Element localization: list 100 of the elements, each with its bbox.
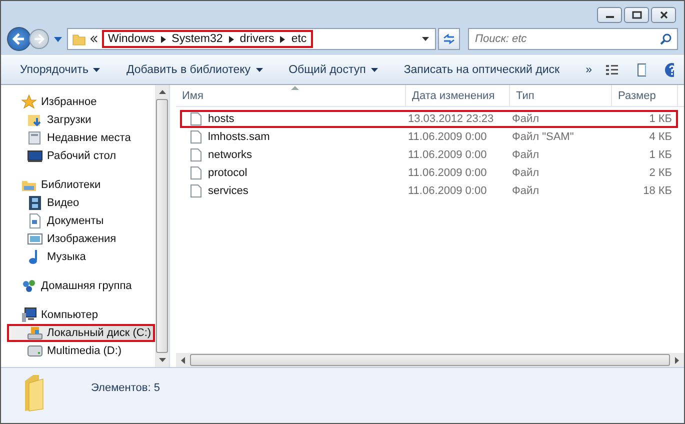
refresh-icon	[442, 33, 456, 45]
caret-icon	[93, 68, 100, 72]
sidebar-item[interactable]: Локальный диск (C:)	[7, 324, 155, 342]
sidebar-item[interactable]: Музыка	[7, 248, 155, 266]
chevron-icon[interactable]	[90, 35, 98, 43]
scroll-down-icon[interactable]	[158, 358, 166, 362]
file-row[interactable]: protocol 11.06.2009 0:00 Файл 2 КБ	[180, 164, 678, 182]
more-button[interactable]: »	[580, 62, 597, 78]
type-cell-text: Файл	[511, 185, 540, 197]
sidebar-icon	[27, 195, 43, 211]
size-cell-text: 18 КБ	[642, 185, 673, 197]
sidebar-item[interactable]: Multimedia (D:)	[7, 342, 155, 360]
file-name: hosts	[208, 113, 234, 125]
toolbar-button[interactable]: Упорядочить	[15, 62, 106, 78]
address-bar[interactable]: Windows System32 drivers etc	[67, 28, 436, 50]
type-cell-text: Файл "SAM"	[511, 131, 575, 143]
file-name: services	[208, 185, 248, 197]
date-cell-text: 11.06.2009 0:00	[407, 167, 488, 179]
sidebar-item[interactable]: Изображения	[7, 230, 155, 248]
forward-button[interactable]	[29, 29, 49, 49]
sidebar-item[interactable]: Избранное	[7, 93, 155, 111]
preview-pane-icon[interactable]	[636, 63, 646, 77]
sidebar-item[interactable]: Библиотеки	[7, 176, 155, 194]
breadcrumb-item[interactable]: drivers	[240, 33, 274, 45]
sidebar-icon	[27, 343, 43, 359]
scroll-up-icon[interactable]	[158, 90, 166, 94]
toolbar-button[interactable]: Записать на оптический диск	[398, 62, 565, 78]
date-cell-text: 11.06.2009 0:00	[407, 131, 488, 143]
close-button[interactable]	[651, 7, 676, 23]
column-header[interactable]: Дата изменения	[406, 85, 510, 106]
sidebar-item[interactable]: Видео	[7, 194, 155, 212]
horizontal-scrollbar[interactable]	[176, 353, 684, 367]
sidebar-icon	[27, 325, 43, 341]
breadcrumb-arrow-icon[interactable]	[160, 36, 166, 42]
folder-icon	[72, 32, 86, 46]
sidebar-icon	[21, 307, 37, 323]
sidebar-item[interactable]: Документы	[7, 212, 155, 230]
toolbar-button[interactable]: Общий доступ	[284, 62, 383, 78]
sidebar-item[interactable]: Компьютер	[7, 306, 155, 324]
size-cell-text: 2 КБ	[648, 167, 673, 179]
breadcrumb-arrow-icon[interactable]	[228, 36, 234, 42]
breadcrumb-item[interactable]: etc	[291, 33, 307, 45]
sidebar-item[interactable]: Домашняя группа	[7, 277, 155, 295]
sort-arrow-icon	[290, 86, 298, 90]
vertical-scrollbar[interactable]	[155, 85, 169, 367]
file-row[interactable]: services 11.06.2009 0:00 Файл 18 КБ	[180, 182, 678, 200]
dropdown-icon[interactable]	[422, 37, 429, 41]
size-cell-text: 1 КБ	[648, 113, 673, 125]
sidebar-icon	[21, 278, 37, 294]
column-header[interactable]: Тип	[510, 85, 612, 106]
back-button[interactable]	[7, 27, 31, 51]
sidebar-item[interactable]: Рабочий стол	[7, 147, 155, 165]
date-cell-text: 11.06.2009 0:00	[407, 185, 488, 197]
refresh-button[interactable]	[438, 28, 460, 50]
file-icon	[190, 184, 202, 198]
sidebar-icon	[27, 213, 43, 229]
sidebar-item[interactable]: Недавние места	[7, 129, 155, 147]
breadcrumb-item[interactable]: Windows	[108, 33, 155, 45]
column-header[interactable]: Имя	[176, 85, 406, 106]
file-icon	[190, 130, 202, 144]
help-icon[interactable]	[664, 62, 674, 78]
sidebar-icon	[27, 112, 43, 128]
size-cell-text: 1 КБ	[648, 149, 673, 161]
search-field[interactable]: Поиск: etc	[468, 28, 678, 50]
type-cell-text: Файл	[511, 167, 540, 179]
scroll-right-icon[interactable]	[675, 356, 679, 364]
search-icon[interactable]	[660, 33, 672, 45]
breadcrumb-item[interactable]: System32	[172, 33, 223, 45]
breadcrumb-arrow-icon[interactable]	[280, 36, 286, 42]
date-cell-text: 11.06.2009 0:00	[407, 149, 488, 161]
type-cell-text: Файл	[511, 113, 540, 125]
file-row[interactable]: lmhosts.sam 11.06.2009 0:00 Файл "SAM" 4 КБ	[180, 128, 678, 146]
file-name: lmhosts.sam	[208, 131, 270, 143]
file-row[interactable]: networks 11.06.2009 0:00 Файл 1 КБ	[180, 146, 678, 164]
caret-icon	[370, 68, 378, 72]
type-cell-text: Файл	[511, 149, 540, 161]
file-row[interactable]: hosts 13.03.2012 23:23 Файл 1 КБ	[180, 110, 678, 128]
toolbar-button[interactable]: Добавить в библиотеку	[121, 62, 268, 78]
item-count: Элементов: 5	[91, 382, 160, 394]
scroll-left-icon[interactable]	[181, 356, 185, 364]
close-icon	[658, 11, 668, 19]
file-icon	[190, 166, 202, 180]
sidebar-item[interactable]: Загрузки	[7, 111, 155, 129]
caret-icon[interactable]	[54, 36, 62, 42]
sidebar-icon	[27, 148, 43, 164]
column-header[interactable]: Размер	[612, 85, 678, 106]
maximize-button[interactable]	[624, 7, 649, 23]
file-icon	[190, 148, 202, 162]
sidebar-icon	[27, 130, 43, 146]
file-icon	[190, 112, 202, 126]
forward-arrow-icon	[33, 33, 45, 45]
file-name: protocol	[208, 167, 248, 179]
view-options-icon[interactable]	[604, 64, 619, 76]
caret-icon	[256, 68, 263, 72]
sidebar-icon	[27, 231, 43, 247]
date-cell-text: 13.03.2012 23:23	[407, 113, 495, 125]
maximize-icon	[632, 11, 642, 19]
minimize-button[interactable]	[597, 7, 622, 23]
file-name: networks	[208, 149, 252, 161]
sidebar-icon	[21, 94, 37, 110]
